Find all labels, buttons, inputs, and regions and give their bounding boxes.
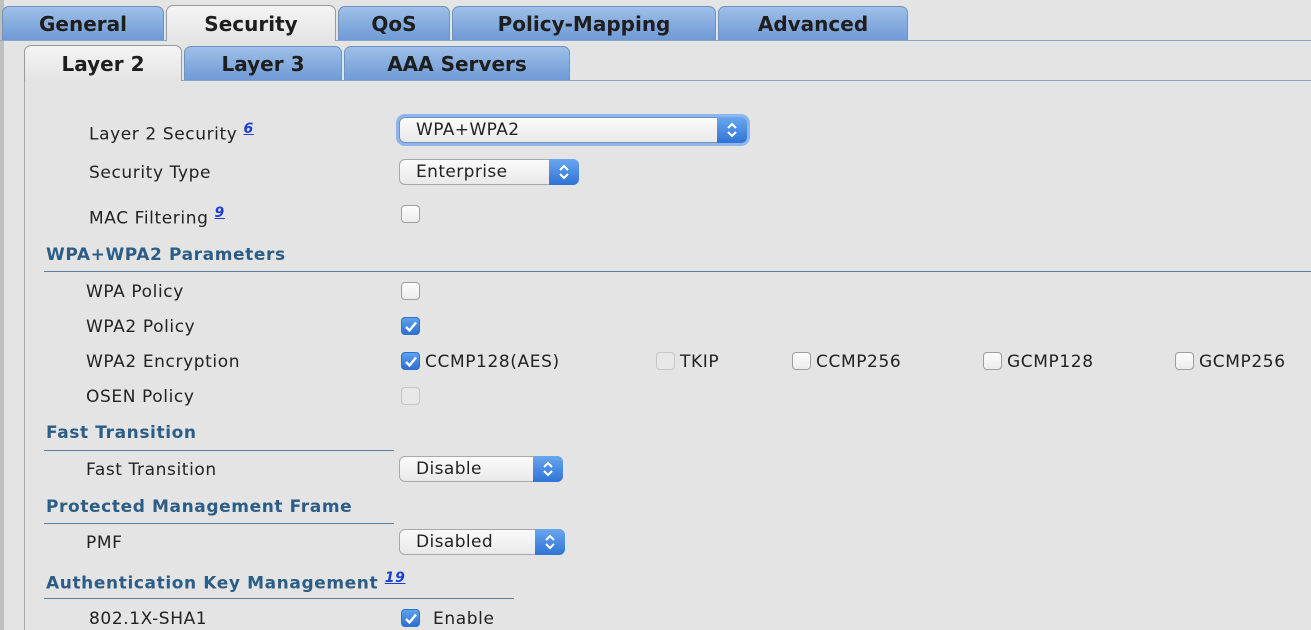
fast-transition-heading: Fast Transition: [46, 423, 197, 443]
wpa2-encryption-label: WPA2 Encryption: [86, 352, 241, 372]
layer2-security-select[interactable]: WPA+WPA2: [399, 117, 747, 143]
tab-policy-mapping[interactable]: Policy-Mapping: [452, 6, 716, 40]
window-left-edge: [0, 0, 4, 630]
tkip-checkbox[interactable]: [656, 352, 675, 370]
osen-policy-checkbox[interactable]: [401, 387, 420, 405]
sha1-enable-checkbox[interactable]: [401, 609, 420, 627]
select-arrows-icon: [549, 159, 579, 185]
gcmp256-label: GCMP256: [1199, 352, 1286, 372]
akm-heading: Authentication Key Management 19: [46, 570, 405, 594]
pmf-select[interactable]: Disabled: [399, 529, 565, 555]
sub-tab-divider: [24, 80, 1311, 81]
ccmp128-checkbox[interactable]: [401, 352, 420, 370]
gcmp128-checkbox[interactable]: [983, 352, 1002, 370]
fast-transition-select[interactable]: Disable: [399, 456, 563, 482]
select-arrows-icon: [535, 529, 565, 555]
tab-advanced[interactable]: Advanced: [718, 6, 908, 40]
security-type-label: Security Type: [89, 163, 212, 183]
pmf-label: PMF: [86, 533, 123, 553]
akm-rule: [44, 598, 514, 599]
pmf-heading: Protected Management Frame: [46, 497, 353, 517]
akm-heading-text: Authentication Key Management: [46, 573, 379, 594]
fast-transition-select-value: Disable: [416, 459, 482, 479]
gcmp128-label: GCMP128: [1007, 352, 1094, 372]
subtab-layer-2[interactable]: Layer 2: [24, 45, 182, 81]
top-tab-bar: General Security QoS Policy-Mapping Adva…: [0, 0, 1311, 41]
wpa2-policy-checkbox[interactable]: [401, 317, 420, 335]
pmf-select-value: Disabled: [416, 532, 494, 552]
checkmark-icon: [405, 321, 417, 333]
sha1-label: 802.1X-SHA1: [89, 609, 208, 629]
pmf-rule: [44, 523, 394, 524]
mac-filtering-checkbox[interactable]: [401, 205, 420, 223]
mac-filtering-footnote-link[interactable]: 9: [214, 205, 224, 221]
ccmp256-checkbox[interactable]: [792, 352, 811, 370]
select-arrows-icon: [533, 456, 563, 482]
subtab-layer-3[interactable]: Layer 3: [184, 46, 342, 80]
fast-transition-label: Fast Transition: [86, 460, 217, 480]
osen-policy-label: OSEN Policy: [86, 387, 195, 407]
mac-filtering-label-text: MAC Filtering: [89, 208, 209, 229]
layer2-security-select-value: WPA+WPA2: [416, 120, 520, 140]
tab-security[interactable]: Security: [166, 5, 336, 41]
security-type-select[interactable]: Enterprise: [399, 159, 579, 185]
wpa-section-rule: [44, 271, 1311, 272]
wpa2-policy-label: WPA2 Policy: [86, 317, 196, 337]
gcmp256-checkbox[interactable]: [1175, 352, 1194, 370]
select-arrows-icon: [717, 117, 747, 143]
tkip-label: TKIP: [680, 352, 720, 372]
sha1-enable-label: Enable: [433, 609, 495, 629]
mac-filtering-label: MAC Filtering 9: [89, 205, 225, 229]
checkmark-icon: [405, 613, 417, 625]
fast-transition-rule: [44, 450, 394, 451]
security-settings-panel: General Security QoS Policy-Mapping Adva…: [0, 0, 1311, 630]
layer2-security-label-text: Layer 2 Security: [89, 124, 238, 145]
ccmp128-label: CCMP128(AES): [425, 352, 560, 372]
wpa-policy-label: WPA Policy: [86, 282, 184, 302]
content-left-border: [24, 80, 25, 630]
wpa-parameters-heading: WPA+WPA2 Parameters: [46, 245, 286, 265]
layer2-security-label: Layer 2 Security 6: [89, 121, 254, 145]
tab-general[interactable]: General: [2, 6, 164, 40]
ccmp256-label: CCMP256: [816, 352, 902, 372]
tab-qos[interactable]: QoS: [338, 6, 450, 40]
checkmark-icon: [405, 356, 417, 368]
wpa-policy-checkbox[interactable]: [401, 282, 420, 300]
akm-footnote-link[interactable]: 19: [385, 570, 406, 586]
subtab-aaa-servers[interactable]: AAA Servers: [344, 46, 570, 80]
layer2-security-footnote-link[interactable]: 6: [243, 121, 253, 137]
security-type-select-value: Enterprise: [416, 162, 508, 182]
